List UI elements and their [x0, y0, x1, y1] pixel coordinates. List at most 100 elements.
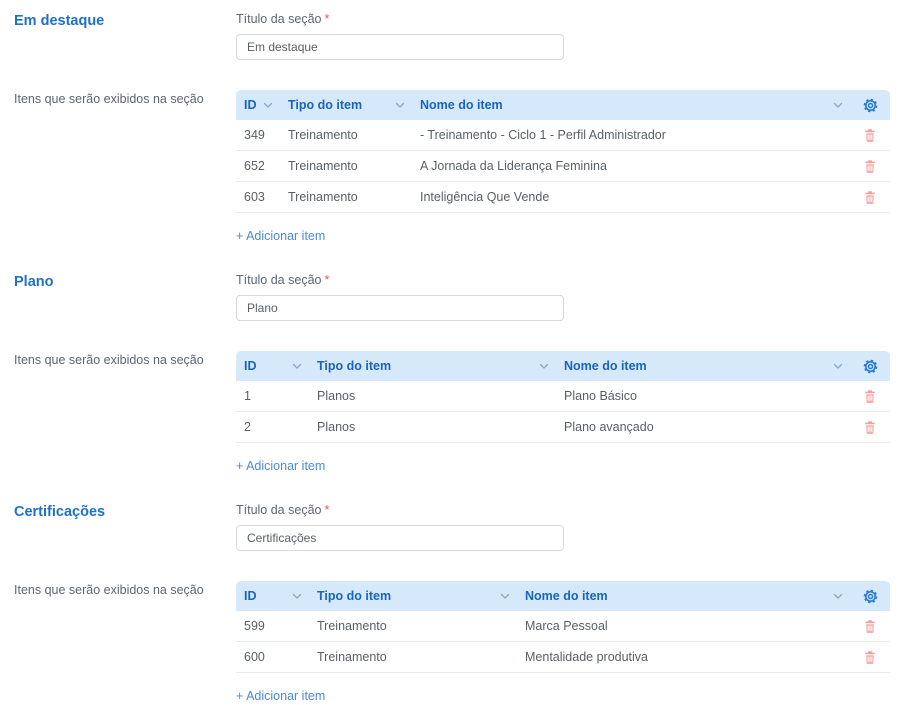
items-label: Itens que serão exibidos na seção: [14, 581, 236, 597]
field-label-text: Título da seção: [236, 503, 321, 517]
cell-tipo: Treinamento: [309, 650, 517, 664]
column-settings: [850, 97, 890, 114]
chevron-down-icon[interactable]: [499, 590, 511, 602]
add-item-link[interactable]: + Adicionar item: [236, 229, 325, 243]
column-label-id: ID: [244, 359, 257, 373]
trash-icon[interactable]: [863, 159, 877, 174]
trash-icon[interactable]: [863, 190, 877, 205]
column-header-tipo: Tipo do item: [309, 359, 556, 373]
chevron-down-icon[interactable]: [394, 99, 406, 111]
section-heading: Em destaque: [14, 12, 236, 29]
cell-actions: [850, 389, 890, 404]
table-row: 652 Treinamento A Jornada da Liderança F…: [236, 151, 890, 182]
table-header: ID Tipo do item Nome do item: [236, 90, 890, 120]
chevron-down-icon[interactable]: [832, 590, 844, 602]
cell-actions: [850, 650, 890, 665]
required-asterisk: *: [324, 12, 329, 26]
section-title-input[interactable]: [236, 295, 564, 321]
column-label-tipo: Tipo do item: [317, 589, 391, 603]
column-header-id: ID: [236, 589, 309, 603]
page: Em destaque Título da seção* Itens que s…: [0, 0, 906, 705]
column-header-nome: Nome do item: [412, 98, 850, 112]
cell-id: 1: [236, 389, 309, 403]
cell-actions: [850, 159, 890, 174]
trash-icon[interactable]: [863, 128, 877, 143]
add-item-link[interactable]: + Adicionar item: [236, 459, 325, 473]
section-title-field: Título da seção*: [236, 12, 890, 60]
items-label: Itens que serão exibidos na seção: [14, 90, 236, 106]
column-settings: [850, 588, 890, 605]
required-asterisk: *: [324, 273, 329, 287]
column-header-id: ID: [236, 98, 280, 112]
items-block: ID Tipo do item Nome do item: [236, 351, 890, 475]
chevron-down-icon[interactable]: [832, 99, 844, 111]
section-em-destaque: Em destaque Título da seção* Itens que s…: [14, 12, 890, 245]
cell-id: 2: [236, 420, 309, 434]
cell-id: 600: [236, 650, 309, 664]
column-label-nome: Nome do item: [420, 98, 503, 112]
chevron-down-icon[interactable]: [262, 99, 274, 111]
field-label: Título da seção*: [236, 503, 890, 517]
table-row: 2 Planos Plano avançado: [236, 412, 890, 443]
cell-id: 349: [236, 128, 280, 142]
table-body: 1 Planos Plano Básico: [236, 381, 890, 443]
trash-icon[interactable]: [863, 389, 877, 404]
add-item-link[interactable]: + Adicionar item: [236, 689, 325, 703]
cell-id: 652: [236, 159, 280, 173]
items-table: ID Tipo do item Nome do item: [236, 90, 890, 213]
table-header: ID Tipo do item Nome do item: [236, 581, 890, 611]
chevron-down-icon[interactable]: [291, 590, 303, 602]
section-title-field: Título da seção*: [236, 503, 890, 551]
table-row: 349 Treinamento - Treinamento - Ciclo 1 …: [236, 120, 890, 151]
cell-nome: Plano avançado: [556, 420, 850, 434]
cell-nome: Inteligência Que Vende: [412, 190, 850, 204]
gear-icon[interactable]: [862, 588, 879, 605]
cell-tipo: Treinamento: [280, 159, 412, 173]
cell-nome: A Jornada da Liderança Feminina: [412, 159, 850, 173]
column-label-nome: Nome do item: [525, 589, 608, 603]
chevron-down-icon[interactable]: [291, 360, 303, 372]
field-label: Título da seção*: [236, 273, 890, 287]
field-label-text: Título da seção: [236, 12, 321, 26]
column-header-nome: Nome do item: [556, 359, 850, 373]
gear-icon[interactable]: [862, 358, 879, 375]
table-body: 599 Treinamento Marca Pessoal: [236, 611, 890, 673]
gear-icon[interactable]: [862, 97, 879, 114]
table-body: 349 Treinamento - Treinamento - Ciclo 1 …: [236, 120, 890, 213]
items-block: ID Tipo do item Nome do item: [236, 90, 890, 245]
chevron-down-icon[interactable]: [832, 360, 844, 372]
cell-tipo: Planos: [309, 420, 556, 434]
table-row: 599 Treinamento Marca Pessoal: [236, 611, 890, 642]
column-label-id: ID: [244, 98, 257, 112]
section-title-input[interactable]: [236, 525, 564, 551]
cell-actions: [850, 619, 890, 634]
cell-nome: - Treinamento - Ciclo 1 - Perfil Adminis…: [412, 128, 850, 142]
cell-nome: Plano Básico: [556, 389, 850, 403]
section-certificacoes: Certificações Título da seção* Itens que…: [14, 503, 890, 705]
section-plano: Plano Título da seção* Itens que serão e…: [14, 273, 890, 475]
section-title-input[interactable]: [236, 34, 564, 60]
section-title-field: Título da seção*: [236, 273, 890, 321]
section-heading: Certificações: [14, 503, 236, 520]
trash-icon[interactable]: [863, 420, 877, 435]
trash-icon[interactable]: [863, 650, 877, 665]
field-label-text: Título da seção: [236, 273, 321, 287]
column-label-tipo: Tipo do item: [317, 359, 391, 373]
trash-icon[interactable]: [863, 619, 877, 634]
column-header-tipo: Tipo do item: [309, 589, 517, 603]
cell-id: 599: [236, 619, 309, 633]
cell-tipo: Planos: [309, 389, 556, 403]
section-heading: Plano: [14, 273, 236, 290]
table-row: 603 Treinamento Inteligência Que Vende: [236, 182, 890, 213]
cell-actions: [850, 420, 890, 435]
cell-tipo: Treinamento: [280, 128, 412, 142]
items-block: ID Tipo do item Nome do item: [236, 581, 890, 705]
chevron-down-icon[interactable]: [538, 360, 550, 372]
column-header-tipo: Tipo do item: [280, 98, 412, 112]
field-label: Título da seção*: [236, 12, 890, 26]
required-asterisk: *: [324, 503, 329, 517]
cell-actions: [850, 190, 890, 205]
cell-nome: Mentalidade produtiva: [517, 650, 850, 664]
table-row: 600 Treinamento Mentalidade produtiva: [236, 642, 890, 673]
table-header: ID Tipo do item Nome do item: [236, 351, 890, 381]
